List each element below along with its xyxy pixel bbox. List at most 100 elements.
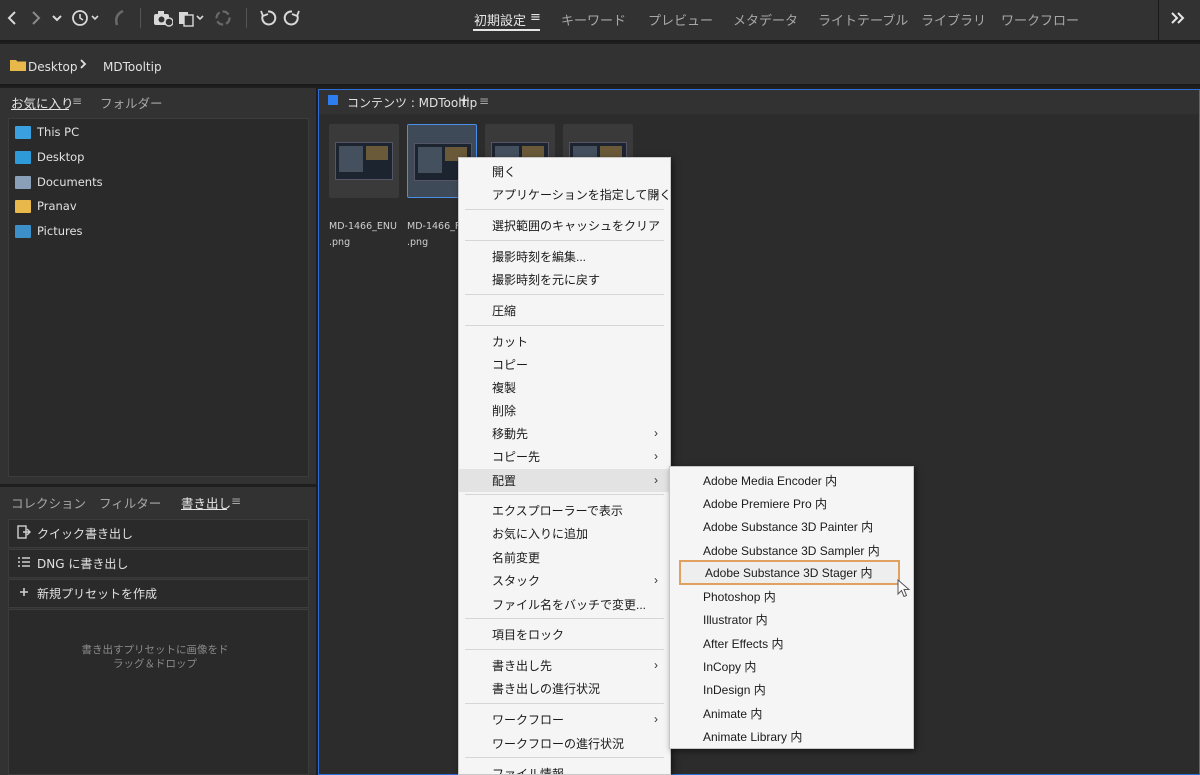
breadcrumb-desktop[interactable]: Desktop xyxy=(28,60,78,74)
tab-metadata[interactable]: メタデータ xyxy=(733,10,798,29)
content-scrollbar[interactable] xyxy=(1191,116,1198,446)
menu-item-revert-capture-time[interactable]: 撮影時刻を元に戻す xyxy=(459,268,670,291)
menu-item-workflow[interactable]: ワークフロー › xyxy=(459,708,670,731)
menu-label: 削除 xyxy=(492,404,517,418)
menu-separator xyxy=(465,649,664,650)
copy-stack-icon[interactable] xyxy=(178,8,208,28)
back-icon[interactable] xyxy=(4,8,20,28)
menu-item-workflow-progress[interactable]: ワークフローの進行状況 xyxy=(459,732,670,755)
tab-workflow[interactable]: ワークフロー xyxy=(1001,10,1079,29)
submenu-label: Adobe Premiere Pro 内 xyxy=(703,497,828,511)
menu-separator xyxy=(465,618,664,619)
tab-libraries[interactable]: ライブラリ xyxy=(921,10,986,29)
submenu-item-incopy[interactable]: InCopy 内 xyxy=(670,655,913,678)
submenu-item-indesign[interactable]: InDesign 内 xyxy=(670,678,913,701)
menu-label: 移動先 xyxy=(492,427,529,441)
menu-item-purge-cache[interactable]: 選択範囲のキャッシュをクリア xyxy=(459,214,670,237)
menu-item-edit-capture-time[interactable]: 撮影時刻を編集... xyxy=(459,245,670,268)
menu-item-duplicate[interactable]: 複製 xyxy=(459,376,670,399)
menu-label: コピー xyxy=(492,358,529,372)
tab-underline xyxy=(11,109,69,110)
menu-item-export-to[interactable]: 書き出し先 › xyxy=(459,654,670,677)
menu-item-open[interactable]: 開く xyxy=(459,160,670,183)
thumbnail-image xyxy=(335,142,393,180)
export-drop-zone[interactable] xyxy=(8,609,309,775)
breadcrumb-current[interactable]: MDTooltip xyxy=(103,60,162,74)
menu-label: スタック xyxy=(492,574,541,588)
more-icon[interactable] xyxy=(1168,8,1188,28)
menu-item-batch-rename[interactable]: ファイル名をバッチで変更... xyxy=(459,593,670,616)
favorite-pictures[interactable]: Pictures xyxy=(15,222,83,240)
menu-item-open-with[interactable]: アプリケーションを指定して開く › xyxy=(459,183,670,206)
workspace-menu-icon[interactable]: ≡ xyxy=(530,10,541,25)
menu-item-lock-item[interactable]: 項目をロック xyxy=(459,623,670,646)
favorite-label: Pictures xyxy=(37,224,83,238)
favorite-pranav[interactable]: Pranav xyxy=(15,197,77,215)
menu-item-cut[interactable]: カット xyxy=(459,330,670,353)
submenu-item-premiere-pro[interactable]: Adobe Premiere Pro 内 xyxy=(670,492,913,515)
panel-menu-icon[interactable]: ≡ xyxy=(231,494,241,508)
favorite-label: This PC xyxy=(37,125,80,139)
submenu-item-illustrator[interactable]: Illustrator 内 xyxy=(670,608,913,631)
submenu-item-animate-library[interactable]: Animate Library 内 xyxy=(670,725,913,748)
menu-item-reveal-in-explorer[interactable]: エクスプローラーで表示 xyxy=(459,499,670,522)
menu-item-file-info[interactable]: ファイル情報 xyxy=(459,762,670,774)
menu-separator xyxy=(465,757,664,758)
menu-item-compress[interactable]: 圧縮 xyxy=(459,299,670,322)
menu-item-delete[interactable]: 削除 xyxy=(459,399,670,422)
favorite-this-pc[interactable]: This PC xyxy=(15,123,79,141)
submenu-item-substance-sampler[interactable]: Adobe Substance 3D Sampler 内 xyxy=(670,539,913,562)
mouse-pointer-icon xyxy=(897,578,911,602)
menu-item-rename[interactable]: 名前変更 xyxy=(459,546,670,569)
submenu-item-after-effects[interactable]: After Effects 内 xyxy=(670,632,913,655)
thumbnail[interactable] xyxy=(329,124,399,198)
rotate-right-icon[interactable] xyxy=(282,8,302,28)
menu-item-add-to-favorites[interactable]: お気に入りに追加 xyxy=(459,522,670,545)
tab-essentials[interactable]: 初期設定 xyxy=(474,10,526,29)
submenu-item-animate[interactable]: Animate 内 xyxy=(670,702,913,725)
favorite-documents[interactable]: Documents xyxy=(15,173,103,191)
new-preset-label: 新規プリセットを作成 xyxy=(37,587,158,601)
forward-icon[interactable] xyxy=(28,8,44,28)
refine-icon[interactable] xyxy=(214,8,232,28)
quick-export-row[interactable]: クイック書き出し xyxy=(8,519,309,548)
favorites-list: This PC Desktop Documents Pranav Picture… xyxy=(8,118,309,477)
chevron-down-icon[interactable] xyxy=(50,8,64,28)
dng-export-label: DNG に書き出し xyxy=(37,557,129,571)
menu-item-place[interactable]: 配置 › xyxy=(459,469,670,492)
tab-keywords[interactable]: キーワード xyxy=(561,10,626,29)
menu-item-stack[interactable]: スタック › xyxy=(459,569,670,592)
panel-menu-icon[interactable]: ≡ xyxy=(72,94,82,108)
camera-import-icon[interactable] xyxy=(152,8,174,28)
menu-item-move-to[interactable]: 移動先 › xyxy=(459,422,670,445)
submenu-arrow-icon: › xyxy=(654,473,658,487)
submenu-label: Photoshop 内 xyxy=(703,590,776,604)
submenu-item-media-encoder[interactable]: Adobe Media Encoder 内 xyxy=(670,469,913,492)
tab-folders[interactable]: フォルダー xyxy=(100,93,163,112)
content-header: コンテンツ : MDTooltip + ≡ xyxy=(319,90,1199,114)
menu-label: アプリケーションを指定して開く xyxy=(492,188,671,202)
menu-label: 書き出し先 xyxy=(492,659,553,673)
tab-collections[interactable]: コレクション xyxy=(11,493,86,512)
new-preset-row[interactable]: 新規プリセットを作成 xyxy=(8,579,309,608)
submenu-label: Adobe Substance 3D Stager 内 xyxy=(705,566,873,580)
menu-label: エクスプローラーで表示 xyxy=(492,504,623,518)
rotate-left-icon[interactable] xyxy=(258,8,278,28)
favorite-desktop[interactable]: Desktop xyxy=(15,148,84,166)
dng-export-row[interactable]: DNG に書き出し xyxy=(8,549,309,578)
submenu-label: Adobe Media Encoder 内 xyxy=(703,474,838,488)
menu-item-copy[interactable]: コピー xyxy=(459,353,670,376)
submenu-item-photoshop[interactable]: Photoshop 内 xyxy=(670,585,913,608)
boomerang-icon[interactable] xyxy=(110,8,128,28)
tab-filter[interactable]: フィルター xyxy=(99,493,161,512)
tab-light-table[interactable]: ライトテーブル xyxy=(818,10,908,29)
history-icon[interactable] xyxy=(70,8,102,28)
submenu-item-substance-painter[interactable]: Adobe Substance 3D Painter 内 xyxy=(670,515,913,538)
add-tab-icon[interactable]: + xyxy=(458,91,471,109)
menu-item-export-progress[interactable]: 書き出しの進行状況 xyxy=(459,677,670,700)
panel-menu-icon[interactable]: ≡ xyxy=(479,94,489,108)
tab-preview[interactable]: プレビュー xyxy=(648,10,713,29)
submenu-item-substance-stager[interactable]: Adobe Substance 3D Stager 内 xyxy=(679,560,900,585)
toolbar-divider xyxy=(1158,0,1159,40)
menu-item-copy-to[interactable]: コピー先 › xyxy=(459,445,670,468)
